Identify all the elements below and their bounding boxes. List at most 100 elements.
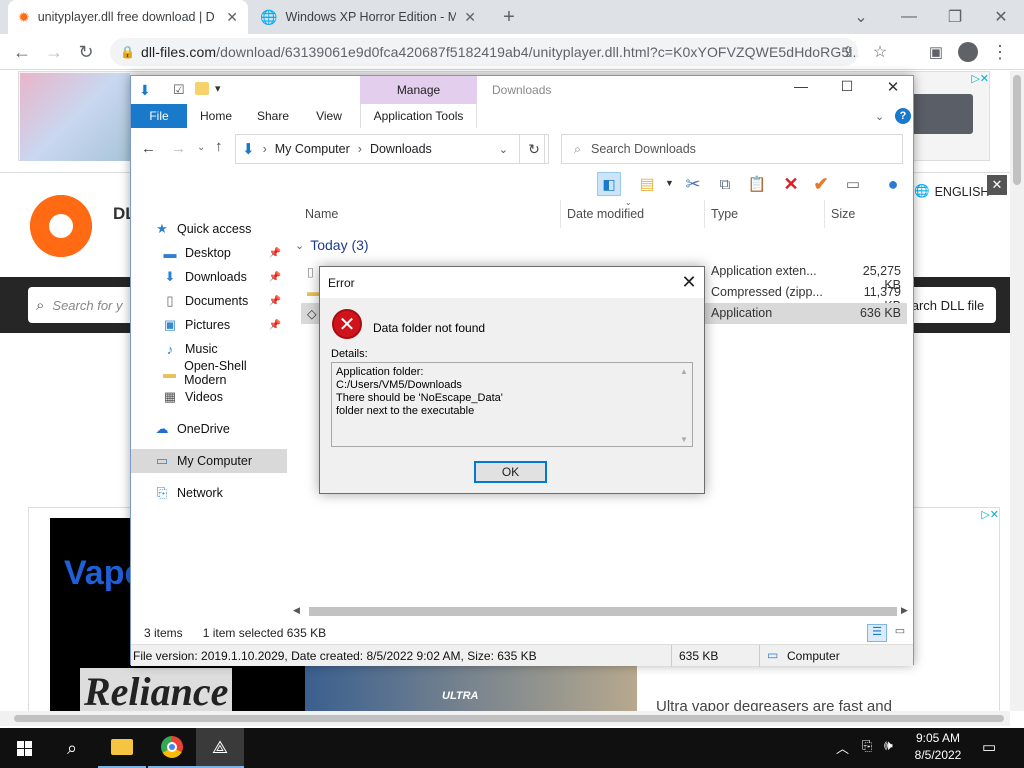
paste-icon[interactable]: 📋 bbox=[745, 172, 769, 196]
nav-network[interactable]: ⎘ Network bbox=[131, 481, 287, 505]
details-textbox[interactable]: Application folder: C:/Users/VM5/Downloa… bbox=[331, 362, 693, 447]
column-header-date[interactable]: Date modified bbox=[561, 200, 705, 228]
tab-share[interactable]: Share bbox=[245, 104, 301, 128]
large-icons-view-icon[interactable]: ▭ bbox=[891, 624, 909, 642]
preview-pane-icon[interactable]: ◧ bbox=[597, 172, 621, 196]
ex-maximize-button[interactable]: ☐ bbox=[827, 78, 867, 102]
tab-view[interactable]: View bbox=[301, 104, 357, 128]
explorer-horizontal-scrollbar[interactable]: ◀ ▶ bbox=[293, 604, 913, 618]
page-horizontal-scrollbar[interactable] bbox=[0, 711, 1010, 726]
explorer-search-input[interactable]: ⌕ Search Downloads bbox=[561, 134, 903, 164]
details-scroll-up-icon[interactable]: ▲ bbox=[680, 365, 688, 378]
chrome-taskbar-icon[interactable] bbox=[148, 728, 196, 768]
column-header-name[interactable]: Name bbox=[299, 200, 561, 228]
refresh-icon[interactable]: ↻ bbox=[519, 134, 549, 164]
qat-folder-icon[interactable] bbox=[195, 82, 209, 95]
help-icon[interactable]: ? bbox=[895, 108, 911, 124]
reload-icon[interactable]: ↻ bbox=[70, 34, 102, 70]
explorer-address-bar[interactable]: ⬇ › My Computer › Downloads ⌄ bbox=[235, 134, 545, 164]
profile-avatar-icon[interactable] bbox=[952, 34, 984, 70]
nav-downloads[interactable]: ⬇ Downloads 📌 bbox=[131, 265, 287, 289]
search-dll-button[interactable]: arch DLL file bbox=[900, 287, 996, 323]
nav-desktop[interactable]: ▬ Desktop 📌 bbox=[131, 241, 287, 265]
network-tray-icon[interactable]: ⎘ bbox=[862, 738, 872, 754]
nav-videos[interactable]: ▦ Videos bbox=[131, 385, 287, 409]
taskbar-clock[interactable]: 9:05 AM 8/5/2022 bbox=[904, 730, 972, 766]
breadcrumb-downloads[interactable]: Downloads bbox=[370, 142, 432, 156]
menu-kebab-icon[interactable]: ⋮ bbox=[984, 34, 1016, 70]
scroll-left-icon[interactable]: ◀ bbox=[293, 605, 300, 616]
overlay-close-icon[interactable]: ✕ bbox=[987, 175, 1007, 195]
copy-icon[interactable]: ⧉ bbox=[713, 172, 737, 196]
qat-properties-icon[interactable]: ☑ bbox=[173, 82, 185, 98]
cut-icon[interactable]: ✂ bbox=[681, 172, 705, 196]
tab-inactive[interactable]: 🌐 Windows XP Horror Edition - Ma ✕ bbox=[250, 0, 486, 34]
tray-chevron-icon[interactable]: ︿ bbox=[836, 738, 849, 757]
dll-files-logo[interactable] bbox=[30, 195, 92, 257]
ok-button[interactable]: OK bbox=[474, 461, 547, 483]
language-selector[interactable]: 🌐 ENGLISH bbox=[914, 184, 989, 199]
column-header-size[interactable]: Size bbox=[825, 200, 905, 228]
close-tab-icon[interactable]: ✕ bbox=[226, 9, 238, 26]
ribbon-expand-icon[interactable]: ⌄ bbox=[875, 110, 884, 123]
forward-icon[interactable]: → bbox=[38, 34, 70, 70]
breadcrumb-my-computer[interactable]: My Computer bbox=[275, 142, 350, 156]
share-icon[interactable]: ⇪ bbox=[832, 34, 864, 70]
new-tab-button[interactable]: + bbox=[496, 6, 522, 28]
details-line: Application folder: bbox=[336, 366, 424, 378]
minimize-button[interactable]: — bbox=[886, 0, 932, 34]
page-vertical-scrollbar[interactable] bbox=[1010, 71, 1024, 711]
close-tab-icon[interactable]: ✕ bbox=[464, 9, 476, 26]
nav-my-computer[interactable]: ▭ My Computer bbox=[131, 449, 287, 473]
tab-active[interactable]: ✹ unityplayer.dll free download | D ✕ bbox=[8, 0, 248, 34]
recent-locations-icon[interactable]: ⌄ bbox=[197, 142, 205, 153]
nav-pictures[interactable]: ▣ Pictures 📌 bbox=[131, 313, 287, 337]
qat-download-icon[interactable]: ⬇ bbox=[139, 82, 151, 99]
folder-icon: ▬ bbox=[163, 365, 177, 381]
tab-application-tools[interactable]: Application Tools bbox=[360, 104, 477, 128]
web-icon[interactable]: ● bbox=[881, 172, 905, 196]
tab-search-icon[interactable]: ⌄ bbox=[838, 0, 884, 34]
qat-dropdown-icon[interactable]: ▾ bbox=[215, 82, 221, 95]
back-icon[interactable]: ← bbox=[6, 34, 38, 70]
tab-home[interactable]: Home bbox=[187, 104, 245, 128]
search-icon[interactable]: ⌕ bbox=[48, 728, 96, 768]
column-header-type[interactable]: Type bbox=[705, 200, 825, 228]
delete-icon[interactable]: ✕ bbox=[779, 172, 803, 196]
dialog-close-button[interactable]: ✕ bbox=[674, 267, 704, 298]
ex-minimize-button[interactable]: — bbox=[781, 78, 821, 102]
rename-icon[interactable]: ▭ bbox=[841, 172, 865, 196]
adchoices-icon[interactable]: ▷✕ bbox=[963, 508, 999, 522]
adchoices-icon[interactable]: ▷✕ bbox=[955, 72, 989, 86]
tab-file[interactable]: File bbox=[131, 104, 187, 128]
check-icon[interactable]: ✔ bbox=[809, 172, 833, 196]
notifications-icon[interactable]: ▭ bbox=[982, 738, 996, 756]
start-windows-icon[interactable] bbox=[0, 728, 48, 768]
sidepanel-icon[interactable]: ▣ bbox=[920, 34, 952, 70]
up-icon[interactable]: ↑ bbox=[215, 138, 223, 155]
restore-button[interactable]: ❐ bbox=[932, 0, 978, 34]
address-dropdown-icon[interactable]: ⌄ bbox=[499, 143, 508, 156]
details-scroll-down-icon[interactable]: ▼ bbox=[680, 433, 688, 446]
ex-forward-icon[interactable]: → bbox=[171, 140, 186, 157]
ex-close-button[interactable]: ✕ bbox=[873, 78, 913, 102]
close-window-button[interactable]: ✕ bbox=[978, 0, 1024, 34]
new-folder-icon[interactable]: ▤ bbox=[635, 172, 659, 196]
volume-icon[interactable]: 🕪 bbox=[884, 737, 893, 754]
address-bar[interactable]: 🔒 dll-files.com/download/63139061e9d0fca… bbox=[110, 38, 858, 66]
nav-documents[interactable]: ▯ Documents 📌 bbox=[131, 289, 287, 313]
nav-onedrive[interactable]: ☁ OneDrive bbox=[131, 417, 287, 441]
view-dropdown-icon[interactable]: ▼ bbox=[665, 178, 674, 188]
file-explorer-taskbar-icon[interactable] bbox=[98, 728, 146, 768]
ad-button[interactable] bbox=[907, 94, 973, 134]
unity-taskbar-icon[interactable]: ⟁ bbox=[196, 728, 244, 768]
ex-back-icon[interactable]: ← bbox=[141, 140, 156, 157]
scroll-right-icon[interactable]: ▶ bbox=[901, 605, 908, 616]
nav-music[interactable]: ♪ Music bbox=[131, 337, 287, 361]
bookmark-star-icon[interactable]: ☆ bbox=[864, 34, 896, 70]
scroll-thumb[interactable] bbox=[309, 607, 897, 616]
nav-quick-access[interactable]: ★ Quick access bbox=[131, 217, 287, 241]
group-header-today[interactable]: ⌄ Today (3) bbox=[295, 237, 369, 253]
details-view-icon[interactable]: ☰ bbox=[867, 624, 887, 642]
nav-open-shell[interactable]: ▬ Open-Shell Modern bbox=[131, 359, 287, 387]
